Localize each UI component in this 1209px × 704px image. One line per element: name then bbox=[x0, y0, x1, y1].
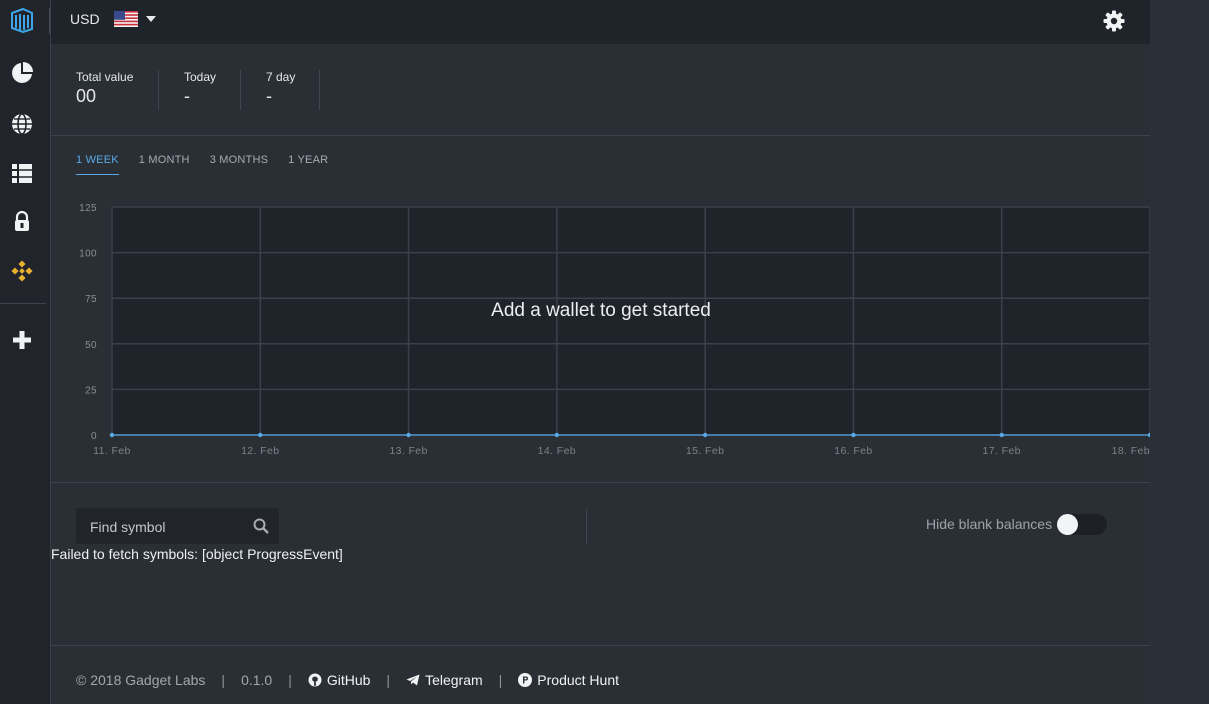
right-margin bbox=[1150, 0, 1209, 704]
sidebar-divider bbox=[0, 303, 46, 304]
tab-1-month[interactable]: 1 MONTH bbox=[139, 154, 190, 175]
stat-value: - bbox=[266, 86, 272, 106]
data-point bbox=[406, 432, 411, 438]
telegram-icon bbox=[406, 674, 420, 686]
time-range-tabs: 1 WEEK 1 MONTH 3 MONTHS 1 YEAR bbox=[76, 154, 348, 175]
currency-selector[interactable]: USD bbox=[70, 11, 156, 27]
error-message: Failed to fetch symbols: [object Progres… bbox=[51, 546, 343, 562]
stat-7-day: 7 day - bbox=[266, 70, 320, 110]
y-tick-label: 0 bbox=[91, 431, 97, 442]
y-tick-label: 100 bbox=[79, 249, 97, 260]
data-point bbox=[554, 432, 560, 438]
currency-label: USD bbox=[70, 11, 100, 27]
lock-icon[interactable] bbox=[10, 210, 34, 234]
y-tick-label: 125 bbox=[79, 203, 97, 214]
product-hunt-icon bbox=[518, 673, 533, 687]
binance-icon[interactable] bbox=[10, 259, 34, 283]
topbar-divider bbox=[49, 8, 50, 34]
product-hunt-link-label: Product Hunt bbox=[537, 672, 620, 688]
footer-separator: | bbox=[288, 672, 292, 688]
stat-label: Total value bbox=[76, 70, 134, 84]
github-link-label: GitHub bbox=[326, 672, 371, 688]
data-point bbox=[702, 432, 708, 438]
tab-3-months[interactable]: 3 MONTHS bbox=[210, 154, 268, 175]
data-point bbox=[109, 432, 115, 438]
pie-chart-icon[interactable] bbox=[10, 61, 34, 85]
globe-icon[interactable] bbox=[10, 112, 34, 136]
y-tick-label: 50 bbox=[85, 340, 97, 351]
us-flag-icon bbox=[113, 11, 138, 27]
add-icon[interactable] bbox=[10, 328, 34, 352]
data-point bbox=[999, 432, 1004, 438]
github-link[interactable]: GitHub bbox=[308, 672, 371, 688]
portfolio-chart: 125 100 75 50 25 0 11. Feb 12. Feb 13. Feb 14. Fe… bbox=[51, 194, 1150, 484]
hide-blank-toggle[interactable] bbox=[1057, 514, 1107, 535]
y-tick-label: 25 bbox=[85, 385, 97, 396]
x-tick-label: 14. Feb bbox=[538, 445, 576, 457]
github-icon bbox=[308, 673, 322, 687]
x-tick-label: 18. Feb bbox=[1112, 445, 1150, 457]
version: 0.1.0 bbox=[241, 672, 273, 688]
chart-svg: 125 100 75 50 25 0 11. Feb 12. Feb 13. Feb 14. Fe… bbox=[79, 203, 1150, 457]
x-tick-label: 15. Feb bbox=[686, 445, 724, 457]
footer: © 2018 Gadget Labs | 0.1.0 | GitHub | Te… bbox=[76, 672, 619, 688]
toggle-knob bbox=[1057, 514, 1078, 535]
y-tick-label: 75 bbox=[85, 294, 97, 305]
chevron-down-icon bbox=[145, 16, 156, 22]
section-divider bbox=[51, 482, 1150, 483]
footer-divider bbox=[51, 645, 1150, 646]
list-grid-icon[interactable] bbox=[10, 161, 34, 185]
top-bar: USD bbox=[49, 0, 1150, 44]
symbol-search bbox=[76, 508, 279, 546]
data-point bbox=[851, 432, 856, 438]
sidebar bbox=[0, 0, 51, 704]
telegram-link-label: Telegram bbox=[425, 672, 483, 688]
main-content: Total value 00 Today - 7 day - 1 WEEK 1 … bbox=[51, 44, 1150, 704]
tab-1-year[interactable]: 1 YEAR bbox=[288, 154, 328, 175]
copyright: © 2018 Gadget Labs bbox=[76, 672, 206, 688]
product-hunt-link[interactable]: Product Hunt bbox=[518, 672, 619, 688]
app-logo-icon[interactable] bbox=[10, 7, 34, 34]
toolbar-divider bbox=[586, 509, 587, 544]
telegram-link[interactable]: Telegram bbox=[406, 672, 483, 688]
stat-today: Today - bbox=[184, 70, 241, 110]
x-tick-label: 17. Feb bbox=[983, 445, 1021, 457]
data-point bbox=[258, 432, 263, 438]
stat-label: 7 day bbox=[266, 70, 296, 84]
footer-separator: | bbox=[498, 672, 503, 688]
x-tick-label: 12. Feb bbox=[241, 445, 279, 457]
x-tick-label: 11. Feb bbox=[93, 445, 131, 457]
stat-value: - bbox=[184, 86, 190, 106]
x-tick-label: 16. Feb bbox=[834, 445, 872, 457]
stat-total-value: Total value 00 bbox=[76, 70, 159, 110]
hide-blank-label: Hide blank balances bbox=[926, 516, 1053, 532]
footer-separator: | bbox=[386, 672, 391, 688]
stat-label: Today bbox=[184, 70, 217, 84]
tab-1-week[interactable]: 1 WEEK bbox=[76, 154, 119, 175]
footer-separator: | bbox=[221, 672, 226, 688]
search-icon[interactable] bbox=[253, 518, 269, 534]
gear-icon[interactable] bbox=[1103, 10, 1125, 32]
x-tick-label: 13. Feb bbox=[389, 445, 427, 457]
stats-bar: Total value 00 Today - 7 day - bbox=[51, 44, 1150, 136]
search-input[interactable] bbox=[76, 508, 262, 546]
stat-value: 00 bbox=[76, 86, 97, 106]
chart-empty-message: Add a wallet to get started bbox=[491, 300, 711, 321]
